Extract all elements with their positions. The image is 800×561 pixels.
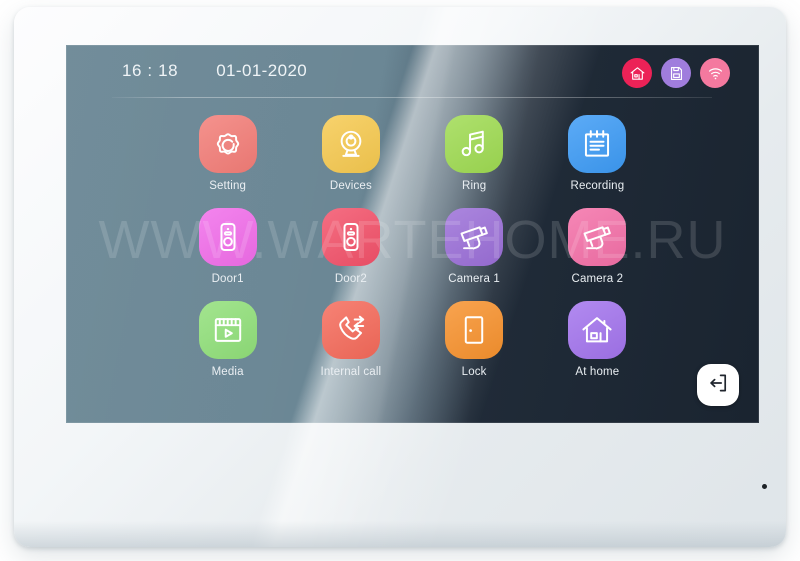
cctv-camera-icon: [457, 220, 491, 254]
home-icon-button[interactable]: [622, 58, 652, 88]
app-camera-2[interactable]: Camera 2: [536, 208, 659, 285]
app-tile[interactable]: [568, 115, 627, 173]
app-tile[interactable]: [198, 115, 257, 173]
document-icon-button[interactable]: [661, 58, 691, 88]
house-icon: [580, 313, 614, 347]
app-label: Media: [211, 366, 244, 378]
bezel-bottom-shade: [14, 521, 786, 547]
status-bar: 16 : 18 01-01-2020: [66, 45, 759, 99]
exit-button[interactable]: [697, 364, 739, 406]
app-tile[interactable]: [321, 115, 380, 173]
doorbell-icon: [334, 220, 368, 254]
app-label: Ring: [461, 180, 487, 192]
app-tile[interactable]: [198, 208, 257, 266]
device-frame: 16 : 18 01-01-2020 Setting Devices Ring …: [14, 7, 786, 547]
app-media[interactable]: Media: [166, 301, 289, 378]
app-grid: Setting Devices Ring Recording Door1 Doo…: [66, 115, 759, 378]
app-at-home[interactable]: At home: [536, 301, 659, 378]
notepad-icon: [580, 127, 614, 161]
wifi-icon: [707, 65, 724, 82]
clapperboard-icon: [211, 313, 245, 347]
cctv-camera-icon: [580, 220, 614, 254]
app-tile[interactable]: [321, 301, 380, 359]
monitor-screen: 16 : 18 01-01-2020 Setting Devices Ring …: [66, 45, 759, 423]
app-tile[interactable]: [568, 301, 627, 359]
door-icon: [457, 313, 491, 347]
app-label: Camera 1: [448, 273, 500, 285]
app-label: Lock: [461, 366, 487, 378]
gear-icon: [211, 127, 245, 161]
wifi-icon-button[interactable]: [700, 58, 730, 88]
app-tile[interactable]: [568, 208, 627, 266]
call-transfer-icon: [334, 313, 368, 347]
webcam-icon: [334, 127, 368, 161]
app-label: Camera 2: [571, 273, 624, 285]
app-label: At home: [575, 366, 620, 378]
app-tile[interactable]: [445, 301, 504, 359]
app-door2[interactable]: Door2: [289, 208, 412, 285]
app-label: Door2: [334, 273, 367, 285]
document-icon: [668, 65, 685, 82]
app-tile[interactable]: [445, 115, 504, 173]
doorbell-icon: [211, 220, 245, 254]
app-internal-call[interactable]: Internal call: [289, 301, 412, 378]
app-devices[interactable]: Devices: [289, 115, 412, 192]
app-camera-1[interactable]: Camera 1: [413, 208, 536, 285]
app-label: Setting: [209, 180, 247, 192]
app-lock[interactable]: Lock: [413, 301, 536, 378]
app-recording[interactable]: Recording: [536, 115, 659, 192]
app-tile[interactable]: [445, 208, 504, 266]
clock-group: 16 : 18 01-01-2020: [122, 61, 307, 81]
status-divider: [112, 97, 712, 98]
music-note-icon: [457, 127, 491, 161]
status-icon-group: [622, 58, 730, 88]
app-door1[interactable]: Door1: [166, 208, 289, 285]
app-ring[interactable]: Ring: [413, 115, 536, 192]
exit-arrow-icon: [706, 371, 730, 400]
app-label: Recording: [570, 180, 625, 192]
app-label: Internal call: [320, 366, 382, 378]
home-icon: [629, 65, 646, 82]
app-tile[interactable]: [198, 301, 257, 359]
status-time: 16 : 18: [122, 61, 179, 80]
app-label: Devices: [329, 180, 372, 192]
microphone-pinhole: [762, 484, 767, 489]
app-setting[interactable]: Setting: [166, 115, 289, 192]
status-date: 01-01-2020: [216, 61, 308, 80]
app-label: Door1: [211, 273, 244, 285]
app-tile[interactable]: [321, 208, 380, 266]
